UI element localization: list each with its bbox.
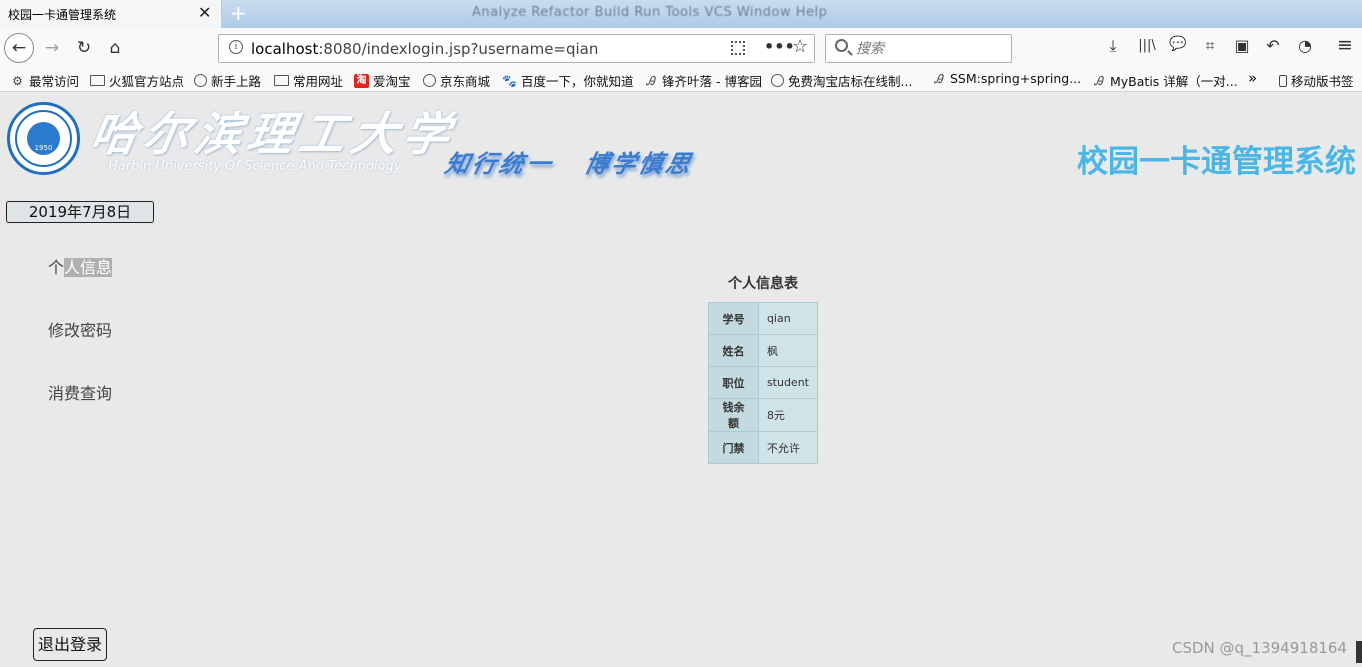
- gear-icon: ⚙: [12, 73, 23, 88]
- table-key: 钱余额: [708, 398, 759, 432]
- menu-icon[interactable]: ≡: [1333, 34, 1357, 56]
- address-url[interactable]: localhost:8080/indexlogin.jsp?username=q…: [251, 40, 598, 58]
- browser-tab-bar: Analyze Refactor Build Run Tools VCS Win…: [0, 0, 1362, 28]
- account-icon[interactable]: ◔: [1293, 36, 1317, 55]
- bookmark-item[interactable]: 京东商城: [423, 71, 490, 90]
- table-row: 钱余额 8元: [708, 398, 819, 432]
- reload-icon[interactable]: ↻: [70, 34, 98, 62]
- info-icon[interactable]: i: [229, 40, 243, 54]
- bookmark-item[interactable]: 火狐官方站点: [90, 71, 184, 90]
- search-input[interactable]: [856, 39, 1006, 59]
- chat-icon[interactable]: 💬: [1166, 36, 1190, 52]
- university-name-cn: 哈尔滨理工大学: [86, 107, 461, 161]
- table-key: 姓名: [708, 334, 759, 367]
- date-display: 2019年7月8日: [6, 201, 154, 223]
- profile-table-caption: 个人信息表: [728, 276, 798, 292]
- bookmark-item[interactable]: 🐾 百度一下，你就知道: [502, 71, 634, 90]
- download-icon[interactable]: ⤓: [1101, 36, 1125, 56]
- sidebar-item-consumption-query[interactable]: 消费查询: [48, 380, 112, 404]
- university-motto: 知行统一 博学慎思: [442, 149, 697, 178]
- table-value: student: [757, 366, 819, 399]
- qr-code-icon[interactable]: [731, 41, 745, 55]
- table-key: 学号: [708, 302, 759, 335]
- background-window-strip: Analyze Refactor Build Run Tools VCS Win…: [222, 0, 1362, 28]
- reader-view-icon[interactable]: ▣: [1230, 36, 1254, 55]
- bookmark-item[interactable]: Ꭿ SSM:spring+spring...: [931, 71, 1081, 86]
- table-key: 门禁: [708, 431, 759, 464]
- sidebar-item-personal-info[interactable]: 个人信息: [48, 254, 113, 278]
- university-name-en: Harbin University Of Science And Technol…: [108, 159, 402, 174]
- folder-icon: [90, 75, 105, 86]
- table-row: 学号 qian: [708, 302, 819, 335]
- screenshot-crop-icon[interactable]: ⌗: [1198, 36, 1222, 56]
- table-row: 职位 student: [708, 366, 819, 399]
- table-key: 职位: [708, 366, 759, 399]
- table-value: qian: [757, 302, 819, 335]
- tab-close-icon[interactable]: ✕: [198, 3, 211, 22]
- search-box[interactable]: [825, 34, 1012, 63]
- profile-table: 学号 qian 姓名枫 职位 student 钱余额 8元 门禁 不允许: [708, 302, 819, 464]
- bookmark-item[interactable]: 免费淘宝店标在线制...: [771, 71, 912, 90]
- table-value: 8元: [757, 398, 819, 432]
- mobile-bookmarks[interactable]: 移动版书签: [1279, 71, 1354, 90]
- table-row: 门禁 不允许: [708, 431, 819, 464]
- bookmark-item[interactable]: Ꭿ MyBatis 详解（一对...: [1091, 71, 1238, 90]
- search-icon: [835, 39, 848, 52]
- blog-icon: Ꭿ: [1094, 73, 1103, 88]
- university-emblem-logo: 1950: [7, 102, 80, 175]
- browser-tab[interactable]: 校园一卡通管理系统 ✕: [0, 0, 222, 28]
- browser-nav-bar: ← → ↻ ⌂ i localhost:8080/indexlogin.jsp?…: [0, 28, 1362, 68]
- table-value: 不允许: [757, 431, 819, 464]
- bookmark-item[interactable]: 新手上路: [194, 71, 261, 90]
- undo-icon[interactable]: ↶: [1261, 36, 1285, 55]
- phone-icon: [1279, 74, 1287, 87]
- address-bar[interactable]: i localhost:8080/indexlogin.jsp?username…: [218, 34, 815, 63]
- forward-icon[interactable]: →: [38, 34, 66, 62]
- table-row: 姓名枫: [708, 334, 819, 367]
- new-tab-icon[interactable]: +: [230, 1, 247, 25]
- bookmark-star-icon[interactable]: ☆: [792, 36, 808, 57]
- back-icon[interactable]: ←: [4, 33, 34, 63]
- globe-icon: [194, 74, 207, 87]
- background-ide-menu: Analyze Refactor Build Run Tools VCS Win…: [472, 5, 828, 20]
- bookmarks-bar: ⚙ 最常访问 火狐官方站点 新手上路 常用网址 淘爱淘宝 京东商城 🐾 百度一下，你…: [0, 68, 1362, 92]
- sidebar-item-change-password[interactable]: 修改密码: [48, 317, 112, 341]
- logout-button[interactable]: 退出登录: [33, 628, 108, 661]
- page-content: 1950 哈尔滨理工大学 Harbin University Of Scienc…: [0, 92, 1362, 667]
- home-icon[interactable]: ⌂: [101, 34, 129, 62]
- library-icon[interactable]: |||\: [1135, 38, 1159, 53]
- tab-title: 校园一卡通管理系统: [8, 8, 117, 22]
- system-title: 校园一卡通管理系统: [1077, 144, 1356, 180]
- globe-icon: [771, 74, 784, 87]
- bookmark-item[interactable]: 淘爱淘宝: [354, 71, 411, 90]
- table-value: 枫: [757, 334, 819, 367]
- blog-icon: Ꭿ: [934, 71, 943, 86]
- emblem-year: 1950: [34, 144, 53, 152]
- baidu-icon: 🐾: [502, 73, 517, 88]
- page-actions-icon[interactable]: •••: [764, 37, 795, 56]
- bookmarks-overflow-icon[interactable]: »: [1248, 69, 1257, 87]
- bookmark-item[interactable]: ⚙ 最常访问: [10, 71, 79, 90]
- bookmark-item[interactable]: Ꭿ 锋齐叶落 - 博客园: [643, 71, 762, 90]
- bookmark-item[interactable]: 常用网址: [274, 71, 343, 90]
- blog-icon: Ꭿ: [646, 73, 655, 88]
- taobao-icon: 淘: [354, 73, 369, 88]
- globe-icon: [423, 74, 436, 87]
- folder-icon: [274, 75, 289, 86]
- csdn-watermark: CSDN @q_1394918164: [1172, 639, 1347, 657]
- scrollbar-edge: [1356, 641, 1362, 663]
